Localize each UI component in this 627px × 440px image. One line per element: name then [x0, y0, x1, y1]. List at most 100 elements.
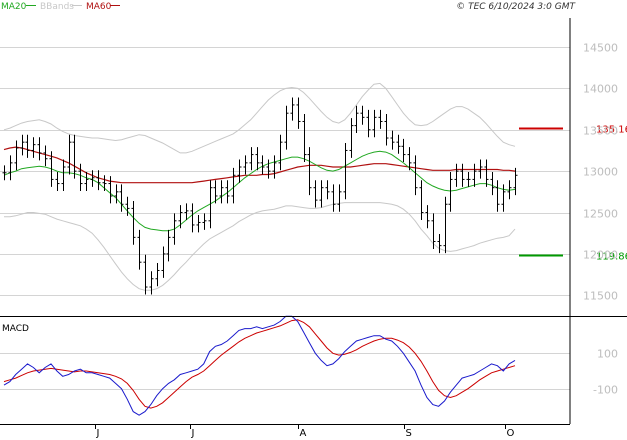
price-bar	[360, 105, 365, 125]
price-bar	[2, 165, 7, 181]
price-bar	[431, 213, 436, 249]
price-bar	[448, 171, 453, 212]
price-bar	[219, 180, 224, 204]
price-bar	[372, 109, 377, 138]
price-bar	[378, 109, 383, 129]
price-bar	[155, 263, 160, 287]
macd-lines	[3, 315, 516, 416]
price-bar	[249, 147, 254, 171]
price-bar	[102, 175, 107, 192]
x-tick-label: J	[191, 428, 195, 439]
price-bar	[166, 229, 171, 262]
price-bar	[495, 180, 500, 212]
price-y-tick-label: 12500	[583, 208, 618, 221]
price-bars	[2, 97, 518, 295]
price-bar	[437, 234, 442, 254]
price-bar	[443, 196, 448, 254]
price-bar	[466, 171, 471, 187]
price-bar	[67, 134, 72, 175]
price-bar	[390, 130, 395, 150]
price-bar	[31, 137, 36, 158]
price-bar	[484, 159, 489, 187]
price-bar	[349, 118, 354, 158]
price-bar	[20, 134, 25, 156]
price-bar	[196, 215, 201, 233]
x-axis: JJASO	[95, 424, 515, 439]
price-bar	[161, 246, 166, 278]
price-bar	[337, 184, 342, 212]
price-bar	[149, 271, 154, 295]
price-y-tick-label: 11500	[583, 290, 618, 303]
bbands-lower-line	[4, 202, 516, 291]
price-bar	[302, 114, 307, 163]
chart-canvas: MA20 BBands MA60 © TEC 6/10/2024 3:0 GMT…	[0, 2, 627, 439]
price-bar	[472, 163, 477, 187]
x-tick-label: O	[507, 428, 515, 439]
price-bar	[454, 163, 459, 187]
price-y-tick-label: 13000	[583, 166, 618, 179]
price-bar	[137, 229, 142, 270]
price-panel: 135.16119.86 11500 12000 12500 13000 13500 14…	[0, 42, 627, 303]
price-bar	[61, 159, 66, 192]
price-bar	[90, 170, 95, 187]
price-bar	[202, 213, 207, 230]
price-bar	[460, 163, 465, 187]
price-bar	[319, 180, 324, 208]
price-bar	[255, 147, 260, 171]
macd-panel: 100 -100 MACD	[0, 315, 618, 416]
price-bar	[272, 155, 277, 179]
copyright-text: © TEC 6/10/2024 3:0 GMT	[456, 2, 576, 12]
x-tick-label: S	[406, 428, 412, 439]
price-bar	[413, 155, 418, 196]
price-bar	[266, 159, 271, 179]
macd-line	[3, 315, 516, 416]
price-bar	[278, 134, 283, 171]
legend-ma60-label: MA60	[86, 2, 112, 12]
price-bar	[96, 170, 101, 191]
macd-y-tick-labels: 100 -100	[593, 348, 618, 397]
price-bar	[396, 134, 401, 154]
price-bar	[190, 203, 195, 233]
legend-ma20-label: MA20	[1, 2, 27, 12]
price-bar	[296, 97, 301, 129]
price-bar	[184, 203, 189, 220]
price-bar	[43, 145, 48, 167]
price-bar	[366, 109, 371, 138]
price-bar	[72, 134, 77, 179]
macd-signal-line	[3, 319, 516, 409]
legend-bbands-label: BBands	[40, 2, 74, 12]
price-y-tick-label: 14500	[583, 42, 618, 55]
price-bar	[425, 205, 430, 229]
price-bar	[401, 138, 406, 163]
price-gridlines	[0, 47, 570, 296]
price-bar	[331, 184, 336, 212]
price-bar	[290, 97, 295, 121]
price-bar	[325, 180, 330, 200]
price-bar	[284, 105, 289, 150]
price-bar	[143, 254, 148, 295]
price-bar	[14, 140, 19, 171]
bbands-upper-line	[3, 82, 516, 154]
price-y-tick-label: 13500	[583, 125, 618, 138]
x-tick-label: J	[96, 428, 100, 439]
price-bar	[8, 155, 13, 181]
x-tick-label: A	[300, 428, 307, 439]
price-bar	[178, 205, 183, 229]
price-y-tick-label: 14000	[583, 83, 618, 96]
price-bar	[25, 134, 30, 158]
price-bar	[354, 105, 359, 134]
price-bar	[78, 163, 83, 192]
price-bar	[490, 171, 495, 196]
price-bar	[108, 176, 113, 204]
macd-y-tick-label: -100	[593, 384, 618, 397]
price-y-tick-labels: 11500 12000 12500 13000 13500 14000 14500	[583, 42, 618, 303]
price-bar	[84, 171, 89, 192]
price-bar	[131, 200, 136, 245]
macd-title: MACD	[2, 324, 29, 334]
price-levels: 135.16119.86	[519, 125, 627, 263]
price-bar	[419, 180, 424, 220]
price-bar	[501, 184, 506, 212]
price-bar	[119, 184, 124, 212]
price-bar	[313, 180, 318, 208]
macd-y-tick-label: 100	[597, 348, 618, 361]
